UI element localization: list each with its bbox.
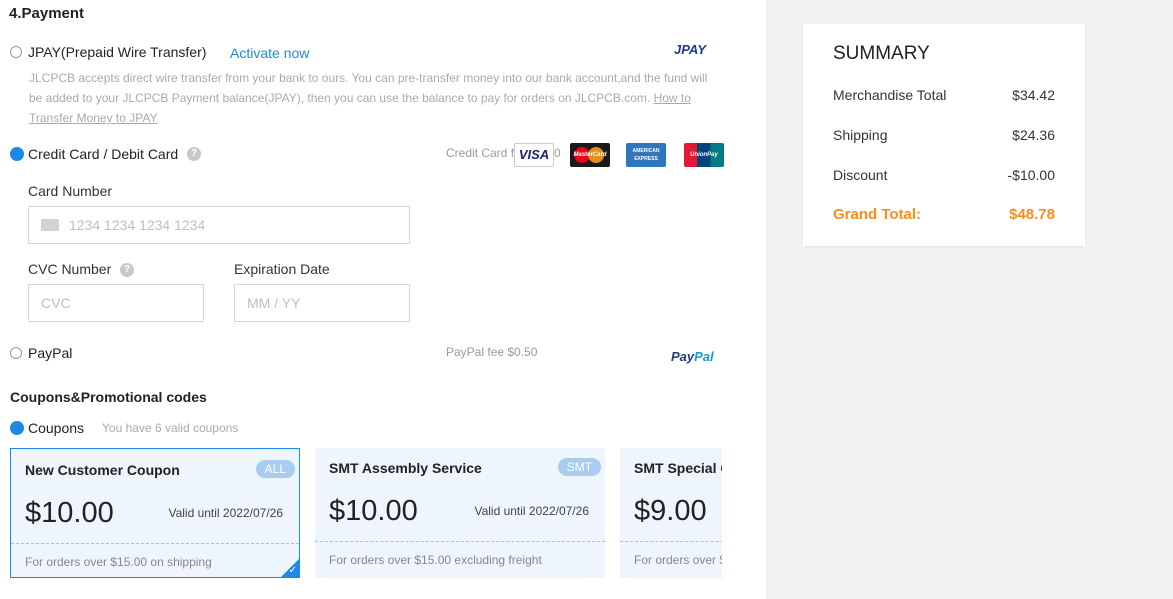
coupon-condition: For orders over $15.00 on shipping	[25, 555, 212, 569]
coupon-divider	[315, 541, 605, 542]
check-icon: ✓	[288, 565, 297, 576]
summary-value: $24.36	[1012, 127, 1055, 143]
coupons-section-title: Coupons&Promotional codes	[10, 389, 207, 405]
summary-value: -$10.00	[1007, 167, 1055, 183]
payment-panel: 4.Payment JPAY(Prepaid Wire Transfer) Ac…	[0, 0, 766, 599]
coupon-card[interactable]: SMT Special Coupon $9.00 For orders over…	[620, 448, 722, 578]
jpay-desc-line1: JLCPCB accepts direct wire transfer from…	[29, 71, 708, 85]
order-summary: SUMMARY Merchandise Total $34.42 Shippin…	[803, 24, 1085, 246]
coupon-divider	[620, 541, 722, 542]
card-number-label: Card Number	[28, 183, 113, 199]
paypal-label[interactable]: PayPal	[28, 345, 72, 361]
summary-label: Discount	[833, 167, 888, 183]
cvc-placeholder: CVC	[41, 295, 71, 311]
coupon-name: New Customer Coupon	[25, 462, 180, 478]
credit-card-radio[interactable]	[10, 147, 24, 161]
activate-jpay-link[interactable]: Activate now	[230, 45, 309, 61]
coupon-amount: $10.00	[25, 497, 114, 529]
grand-total-label: Grand Total:	[833, 206, 922, 223]
summary-title: SUMMARY	[833, 43, 930, 64]
amex-logo: AMERICAN EXPRESS	[626, 143, 666, 167]
jpay-label[interactable]: JPAY(Prepaid Wire Transfer)	[28, 44, 206, 60]
cvc-input[interactable]: CVC	[28, 284, 204, 322]
summary-label: Shipping	[833, 127, 888, 143]
coupon-card[interactable]: New Customer Coupon ALL $10.00 Valid unt…	[10, 448, 300, 578]
credit-card-help-icon[interactable]: ?	[187, 147, 201, 161]
paypal-logo: PayPal	[671, 349, 714, 364]
coupons-radio[interactable]	[10, 421, 24, 435]
summary-row-merchandise: Merchandise Total $34.42	[833, 87, 1055, 103]
jpay-logo-text: JPAY	[674, 42, 707, 57]
paypal-radio[interactable]	[10, 347, 22, 359]
card-number-placeholder: 1234 1234 1234 1234	[69, 217, 206, 233]
unionpay-logo: UnionPay	[684, 143, 724, 167]
jpay-description: JLCPCB accepts direct wire transfer from…	[29, 68, 729, 128]
summary-value: $34.42	[1012, 87, 1055, 103]
coupon-name: SMT Special Coupon	[634, 460, 722, 476]
cvc-help-icon[interactable]: ?	[120, 263, 134, 277]
coupon-valid-until: Valid until 2022/07/26	[168, 506, 283, 520]
paypal-fee: PayPal fee $0.50	[446, 345, 538, 359]
summary-row-shipping: Shipping $24.36	[833, 127, 1055, 143]
coupon-card[interactable]: SMT Assembly Service SMT $10.00 Valid un…	[315, 448, 605, 578]
summary-row-grand-total: Grand Total: $48.78	[833, 206, 1055, 223]
jpay-radio[interactable]	[10, 46, 22, 58]
card-number-input[interactable]: 1234 1234 1234 1234	[28, 206, 410, 244]
coupon-amount: $9.00	[634, 495, 707, 527]
summary-label: Merchandise Total	[833, 87, 947, 103]
payment-section-title: 4.Payment	[9, 5, 85, 22]
coupon-condition: For orders over $15.00 excluding freight	[329, 553, 542, 567]
expiration-placeholder: MM / YY	[247, 295, 301, 311]
paypal-logo-pal: Pal	[694, 349, 714, 364]
how-to-transfer-link-a[interactable]: How to	[654, 91, 691, 105]
coupon-amount: $10.00	[329, 495, 418, 527]
credit-card-icon	[41, 219, 59, 232]
coupon-valid-until: Valid until 2022/07/26	[474, 504, 589, 518]
coupon-badge: ALL	[255, 460, 295, 478]
jpay-desc-line2: be added to your JLCPCB Payment balance(…	[29, 91, 654, 105]
mastercard-logo-text: MasterCard	[573, 152, 607, 158]
coupon-list: New Customer Coupon ALL $10.00 Valid unt…	[10, 448, 722, 588]
cvc-label: CVC Number	[28, 261, 112, 277]
expiration-date-label: Expiration Date	[234, 261, 330, 277]
coupon-condition: For orders over $	[634, 553, 722, 567]
expiration-date-input[interactable]: MM / YY	[234, 284, 410, 322]
coupon-name: SMT Assembly Service	[329, 460, 482, 476]
valid-coupons-count: You have 6 valid coupons	[102, 421, 239, 435]
coupon-divider	[11, 543, 299, 544]
grand-total-value: $48.78	[1009, 206, 1055, 223]
summary-row-discount: Discount -$10.00	[833, 167, 1055, 183]
visa-logo: VISA	[514, 143, 554, 167]
jpay-logo: JPAY	[674, 42, 706, 57]
coupon-badge: SMT	[557, 458, 601, 476]
coupons-label[interactable]: Coupons	[28, 420, 84, 436]
paypal-logo-pay: Pay	[671, 349, 695, 364]
how-to-transfer-link-b[interactable]: Transfer Money to JPAY	[29, 111, 158, 125]
credit-card-label[interactable]: Credit Card / Debit Card	[28, 146, 178, 162]
mastercard-logo: MasterCard	[570, 143, 610, 167]
